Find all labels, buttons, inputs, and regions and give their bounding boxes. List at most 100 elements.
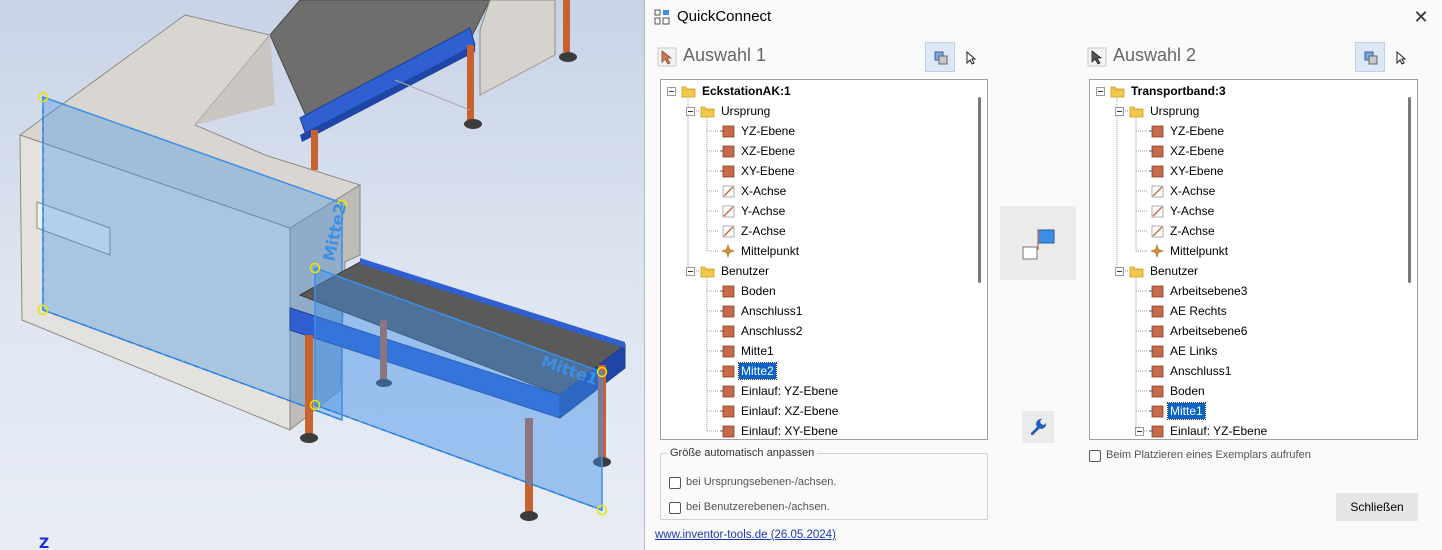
- arrow-cursor-icon: [966, 50, 977, 65]
- tree-node-label[interactable]: X-Achse: [1168, 183, 1217, 199]
- tree-node-label[interactable]: Mitte1: [1167, 402, 1206, 420]
- folder-icon: [1110, 84, 1125, 98]
- tree-scrollbar[interactable]: [978, 97, 981, 283]
- point-icon: [720, 244, 735, 258]
- plane-icon: [1149, 304, 1164, 318]
- tree-node-label[interactable]: YZ-Ebene: [739, 123, 797, 139]
- tree-node-label[interactable]: XY-Ebene: [739, 163, 797, 179]
- axis-icon: [1149, 204, 1164, 218]
- folder-icon: [681, 84, 696, 98]
- plane-icon: [720, 384, 735, 398]
- checkbox-label: Beim Platzieren eines Exemplars aufrufen: [1106, 449, 1311, 461]
- arrow-cursor-icon: [1396, 50, 1407, 65]
- tree-scrollbar[interactable]: [1408, 97, 1411, 283]
- selection-1-header: Auswahl 1: [657, 43, 857, 71]
- tree-node-label[interactable]: Anschluss1: [1168, 363, 1233, 379]
- checkbox-box[interactable]: [669, 477, 681, 489]
- plane-icon: [720, 324, 735, 338]
- part-icon: [1364, 51, 1378, 65]
- plane-icon: [1149, 144, 1164, 158]
- window-title: QuickConnect: [677, 8, 772, 25]
- tree-node-label[interactable]: XZ-Ebene: [739, 143, 797, 159]
- checkbox-box[interactable]: [1089, 450, 1101, 462]
- tree-node-label[interactable]: Anschluss2: [739, 323, 804, 339]
- tree-node-label[interactable]: Einlauf: YZ-Ebene: [1168, 423, 1269, 439]
- axis-icon: [1149, 184, 1164, 198]
- tree-node-label[interactable]: Einlauf: XZ-Ebene: [739, 403, 840, 419]
- tree-node-label[interactable]: Transportband:3: [1129, 83, 1228, 99]
- collapse-toggle-icon[interactable]: [1135, 427, 1144, 436]
- tree-node-label[interactable]: Ursprung: [719, 103, 772, 119]
- folder-icon: [700, 264, 715, 278]
- tree-node-label[interactable]: AE Links: [1168, 343, 1219, 359]
- tree-node-label[interactable]: Benutzer: [1148, 263, 1200, 279]
- tree-node-label[interactable]: XY-Ebene: [1168, 163, 1226, 179]
- tree-node-label[interactable]: Mittelpunkt: [1168, 243, 1230, 259]
- plane-icon: [1149, 284, 1164, 298]
- tree-node-label[interactable]: X-Achse: [739, 183, 788, 199]
- tree-node-label[interactable]: Arbeitsebene3: [1168, 283, 1249, 299]
- collapse-toggle-icon[interactable]: [686, 107, 695, 116]
- selection-1-part-mode-button[interactable]: [925, 42, 955, 72]
- plane-icon: [720, 364, 735, 378]
- folder-icon: [1129, 264, 1144, 278]
- window-close-button[interactable]: ✕: [1409, 6, 1433, 30]
- tree-node-label[interactable]: AE Rechts: [1168, 303, 1229, 319]
- tree-node-label[interactable]: Einlauf: YZ-Ebene: [739, 383, 840, 399]
- plane-icon: [720, 304, 735, 318]
- selection-1-title: Auswahl 1: [683, 45, 767, 65]
- plane-icon: [1149, 164, 1164, 178]
- axis-icon: [720, 204, 735, 218]
- tree-node-label[interactable]: Einlauf: XY-Ebene: [739, 423, 840, 439]
- plane-icon: [720, 344, 735, 358]
- close-button[interactable]: Schließen: [1336, 493, 1418, 521]
- tree-node-label[interactable]: Y-Achse: [739, 203, 787, 219]
- selection-2-select-mode-button[interactable]: [1385, 42, 1415, 72]
- tree-node-label[interactable]: Boden: [1168, 383, 1207, 399]
- plane-icon: [720, 424, 735, 438]
- plane-icon: [1149, 384, 1164, 398]
- tree-node-label[interactable]: YZ-Ebene: [1168, 123, 1226, 139]
- tree-node-label[interactable]: Y-Achse: [1168, 203, 1216, 219]
- tree-node-label[interactable]: Ursprung: [1148, 103, 1201, 119]
- collapse-toggle-icon[interactable]: [1096, 87, 1105, 96]
- selection-2-tree[interactable]: Transportband:3 Ursprung YZ-Ebene XZ-Ebene X…: [1089, 79, 1418, 440]
- app-icon: [654, 9, 670, 25]
- checkbox-label: bei Benutzerebenen-/achsen.: [686, 501, 830, 513]
- connect-planes-icon: [1022, 229, 1055, 260]
- tree-node-label[interactable]: Z-Achse: [739, 223, 788, 239]
- tree-node-label[interactable]: Mitte1: [739, 343, 776, 359]
- collapse-toggle-icon[interactable]: [667, 87, 676, 96]
- selection-1-tree[interactable]: EckstationAK:1 Ursprung YZ-Ebene XZ-Ebene XY…: [660, 79, 988, 440]
- 3d-viewport[interactable]: Mitte2 Mitte1 Z: [0, 0, 644, 550]
- checkbox-box[interactable]: [669, 502, 681, 514]
- collapse-toggle-icon[interactable]: [1115, 267, 1124, 276]
- assembly-scene: Mitte2 Mitte1: [18, 0, 627, 521]
- collapse-toggle-icon[interactable]: [686, 267, 695, 276]
- point-icon: [1149, 244, 1164, 258]
- tree-node-label[interactable]: Z-Achse: [1168, 223, 1217, 239]
- pick-cursor-icon: [1087, 47, 1107, 67]
- title-bar: QuickConnect ✕: [645, 0, 1442, 36]
- selection-2-part-mode-button[interactable]: [1355, 42, 1385, 72]
- tree-node-label[interactable]: Benutzer: [719, 263, 771, 279]
- tree-node-label[interactable]: XZ-Ebene: [1168, 143, 1226, 159]
- tree-node-label[interactable]: Boden: [739, 283, 778, 299]
- tree-node-label[interactable]: Anschluss1: [739, 303, 804, 319]
- connect-button[interactable]: [1000, 206, 1076, 280]
- tree-node-label[interactable]: Mittelpunkt: [739, 243, 801, 259]
- tree-node-label[interactable]: EckstationAK:1: [700, 83, 793, 99]
- tree-node-label[interactable]: Mitte2: [738, 362, 777, 380]
- settings-wrench-button[interactable]: [1022, 411, 1054, 443]
- checkbox-label: bei Ursprungsebenen-/achsen.: [686, 476, 837, 488]
- collapse-toggle-icon[interactable]: [1115, 107, 1124, 116]
- plane-icon: [720, 144, 735, 158]
- auto-size-legend: Größe automatisch anpassen: [670, 447, 815, 459]
- website-link[interactable]: www.inventor-tools.de (26.05.2024): [655, 529, 836, 541]
- selection-1-select-mode-button[interactable]: [955, 42, 985, 72]
- tree-node-label[interactable]: Arbeitsebene6: [1168, 323, 1249, 339]
- axis-icon: [720, 184, 735, 198]
- plane-icon: [720, 164, 735, 178]
- plane-icon: [720, 124, 735, 138]
- selection-2-title: Auswahl 2: [1113, 45, 1197, 65]
